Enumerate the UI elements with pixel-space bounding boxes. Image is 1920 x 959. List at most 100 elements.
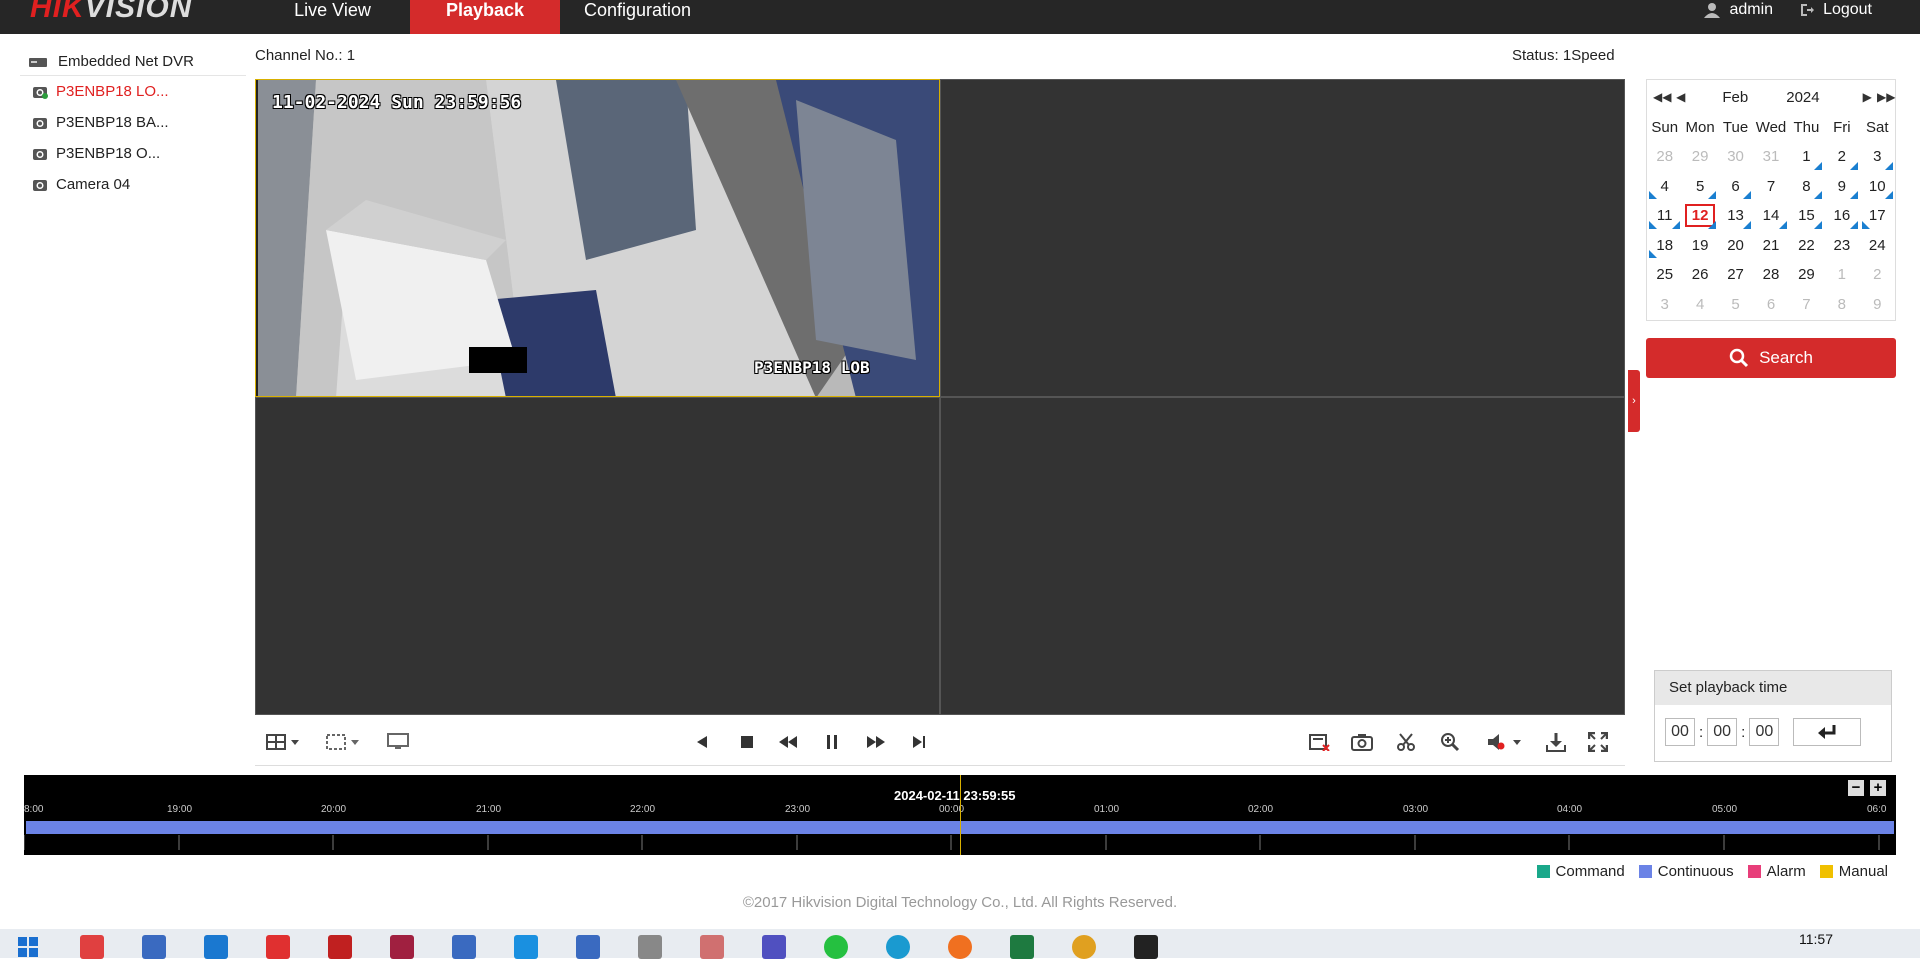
- taskbar-firefox-icon[interactable]: [948, 935, 972, 959]
- capture-button[interactable]: [1349, 730, 1375, 754]
- digital-zoom-button[interactable]: [1437, 730, 1463, 754]
- calendar-day[interactable]: 4: [1647, 172, 1682, 202]
- taskbar-app-icon[interactable]: [576, 935, 600, 959]
- reverse-play-button[interactable]: [689, 730, 715, 754]
- calendar-day[interactable]: 24: [1860, 231, 1895, 261]
- calendar-day[interactable]: 6: [1718, 172, 1753, 202]
- fullscreen-button[interactable]: [1585, 730, 1611, 754]
- prev-month-button[interactable]: ◀: [1675, 90, 1686, 104]
- speed-up-button[interactable]: [863, 730, 889, 754]
- taskbar-app-icon[interactable]: [142, 935, 166, 959]
- calendar-day[interactable]: 25: [1647, 260, 1682, 290]
- taskbar-app-icon[interactable]: [80, 935, 104, 959]
- tree-item-camera-3[interactable]: P3ENBP18 O...: [20, 138, 246, 169]
- taskbar-app-icon[interactable]: [328, 935, 352, 959]
- calendar-day[interactable]: 31: [1753, 142, 1788, 172]
- calendar-day[interactable]: 7: [1789, 290, 1824, 320]
- calendar-day[interactable]: 12: [1682, 201, 1717, 231]
- tree-root-dvr[interactable]: Embedded Net DVR: [20, 48, 246, 76]
- calendar-year[interactable]: 2024: [1786, 89, 1819, 106]
- calendar-day[interactable]: 8: [1789, 172, 1824, 202]
- calendar-day[interactable]: 6: [1753, 290, 1788, 320]
- calendar-day[interactable]: 1: [1789, 142, 1824, 172]
- next-month-button[interactable]: ▶: [1862, 90, 1873, 104]
- panel-collapse-toggle[interactable]: ›: [1628, 370, 1640, 432]
- download-button[interactable]: [1543, 730, 1569, 754]
- tab-configuration[interactable]: Configuration: [570, 0, 705, 34]
- clip-button[interactable]: [1393, 730, 1419, 754]
- tree-item-camera-1[interactable]: P3ENBP18 LO...: [20, 76, 246, 107]
- search-button[interactable]: Search: [1646, 338, 1896, 378]
- logout-button[interactable]: Logout: [1799, 1, 1872, 19]
- timeline[interactable]: 2024-02-11 23:59:55 8:00 19:00 20:00 21:00 2…: [24, 775, 1896, 855]
- taskbar-whatsapp-icon[interactable]: [824, 935, 848, 959]
- calendar-day[interactable]: 5: [1718, 290, 1753, 320]
- calendar-day[interactable]: 19: [1682, 231, 1717, 261]
- tree-item-camera-2[interactable]: P3ENBP18 BA...: [20, 107, 246, 138]
- second-input[interactable]: [1749, 718, 1780, 746]
- single-frame-button[interactable]: [906, 730, 932, 754]
- video-wall-button[interactable]: [385, 730, 411, 754]
- tree-item-camera-4[interactable]: Camera 04: [20, 169, 246, 200]
- calendar-day[interactable]: 28: [1647, 142, 1682, 172]
- calendar-day[interactable]: 26: [1682, 260, 1717, 290]
- calendar-day[interactable]: 10: [1860, 172, 1895, 202]
- audio-button[interactable]: [1485, 730, 1525, 754]
- calendar-day[interactable]: 5: [1682, 172, 1717, 202]
- calendar-day[interactable]: 28: [1753, 260, 1788, 290]
- calendar-day[interactable]: 3: [1647, 290, 1682, 320]
- taskbar-app-icon[interactable]: [266, 935, 290, 959]
- taskbar-outlook-icon[interactable]: [204, 935, 228, 959]
- tab-playback[interactable]: Playback: [410, 0, 560, 34]
- user-menu[interactable]: admin: [1703, 1, 1773, 19]
- calendar-day[interactable]: 2: [1824, 142, 1859, 172]
- taskbar-clock[interactable]: 11:57: [1786, 931, 1846, 947]
- calendar-day[interactable]: 29: [1682, 142, 1717, 172]
- calendar-day[interactable]: 17: [1860, 201, 1895, 231]
- timeline-zoom-in-button[interactable]: +: [1870, 780, 1886, 796]
- taskbar-edge-icon[interactable]: [886, 935, 910, 959]
- stop-all-button[interactable]: [1307, 730, 1333, 754]
- calendar-day[interactable]: 8: [1824, 290, 1859, 320]
- calendar-day[interactable]: 9: [1824, 172, 1859, 202]
- hour-input[interactable]: [1665, 718, 1695, 746]
- calendar-day[interactable]: 1: [1824, 260, 1859, 290]
- taskbar-terminal-icon[interactable]: [1134, 935, 1158, 959]
- video-pane-4[interactable]: [940, 397, 1625, 715]
- taskbar-app-icon[interactable]: [452, 935, 476, 959]
- calendar-day[interactable]: 15: [1789, 201, 1824, 231]
- calendar-day[interactable]: 4: [1682, 290, 1717, 320]
- calendar-day[interactable]: 18: [1647, 231, 1682, 261]
- window-split-button[interactable]: [263, 730, 303, 754]
- taskbar-excel-icon[interactable]: [1010, 935, 1034, 959]
- taskbar-app-icon[interactable]: [700, 935, 724, 959]
- prev-year-button[interactable]: ◀◀: [1653, 90, 1671, 104]
- calendar-day[interactable]: 14: [1753, 201, 1788, 231]
- go-to-time-button[interactable]: [1793, 718, 1862, 746]
- pause-button[interactable]: [819, 730, 845, 754]
- calendar-month[interactable]: Feb: [1722, 89, 1748, 106]
- video-pane-2[interactable]: [940, 79, 1625, 397]
- minute-input[interactable]: [1707, 718, 1738, 746]
- next-year-button[interactable]: ▶▶: [1877, 90, 1895, 104]
- slow-down-button[interactable]: [775, 730, 801, 754]
- calendar-day[interactable]: 11: [1647, 201, 1682, 231]
- calendar-day[interactable]: 30: [1718, 142, 1753, 172]
- stop-button[interactable]: [734, 730, 760, 754]
- region-select-button[interactable]: [323, 730, 363, 754]
- video-pane-3[interactable]: [255, 397, 940, 715]
- timeline-zoom-out-button[interactable]: −: [1848, 780, 1864, 796]
- calendar-day[interactable]: 13: [1718, 201, 1753, 231]
- video-pane-1[interactable]: 11-02-2024 Sun 23:59:56 P3ENBP18 LOB: [255, 79, 940, 397]
- calendar-day[interactable]: 16: [1824, 201, 1859, 231]
- calendar-day[interactable]: 27: [1718, 260, 1753, 290]
- taskbar-app-icon[interactable]: [762, 935, 786, 959]
- calendar-day[interactable]: 7: [1753, 172, 1788, 202]
- calendar-day[interactable]: 20: [1718, 231, 1753, 261]
- taskbar-chrome-icon[interactable]: [1072, 935, 1096, 959]
- calendar-day[interactable]: 23: [1824, 231, 1859, 261]
- taskbar-ie-icon[interactable]: [514, 935, 538, 959]
- calendar-day[interactable]: 9: [1860, 290, 1895, 320]
- calendar-day[interactable]: 21: [1753, 231, 1788, 261]
- calendar-day[interactable]: 22: [1789, 231, 1824, 261]
